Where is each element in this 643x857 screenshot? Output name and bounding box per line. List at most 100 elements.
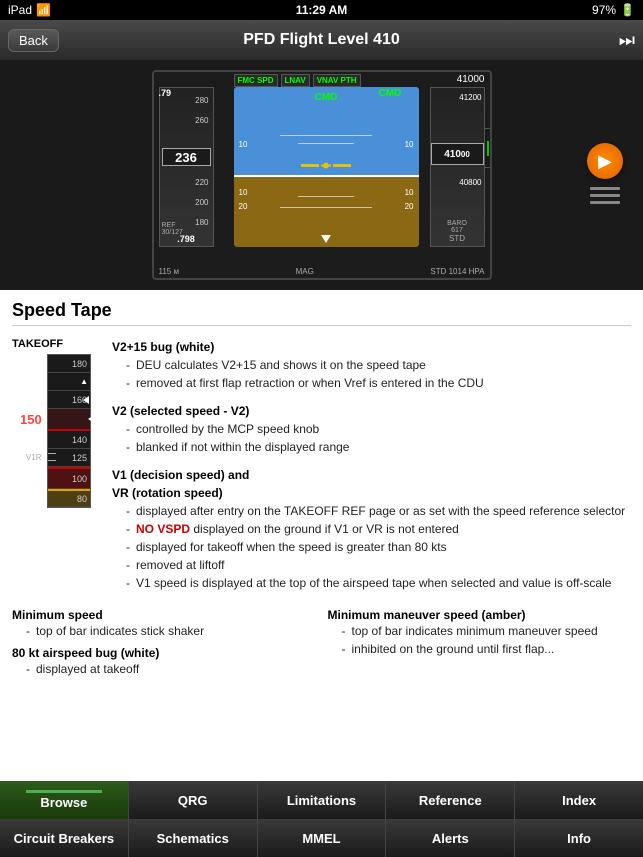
status-time: 11:29 AM bbox=[296, 3, 348, 17]
min-speed-bullet-1: top of bar indicates stick shaker bbox=[26, 622, 316, 640]
tab-reference-label: Reference bbox=[419, 793, 482, 808]
min-speed-bullets: top of bar indicates stick shaker bbox=[12, 622, 316, 640]
tape-row-v2-15: ▲ bbox=[48, 373, 90, 391]
tape-row-v1r: V1R 125 bbox=[48, 449, 90, 467]
desc-v1-bullet-4: removed at liftoff bbox=[126, 556, 631, 574]
speed-tick-220: 220 bbox=[195, 178, 208, 187]
speed-tick-260: 260 bbox=[195, 116, 208, 125]
vr-tick bbox=[48, 460, 56, 461]
tab-bar-2: Circuit Breakers Schematics MMEL Alerts … bbox=[0, 819, 643, 857]
cmd-mode: CMD bbox=[315, 92, 338, 103]
mode-fmc-spd: FMC SPD bbox=[234, 74, 278, 87]
desc-v2-15-bullets: DEU calculates V2+15 and shows it on the… bbox=[112, 356, 631, 392]
min-maneuver-bullet-1: top of bar indicates minimum maneuver sp… bbox=[342, 622, 632, 640]
speed-tick-280: 280 bbox=[195, 96, 208, 105]
hdg-ref: MAG bbox=[296, 267, 314, 276]
mode-vnav-pth: VNAV PTH bbox=[313, 74, 361, 87]
desc-v2-15-title: V2+15 bug (white) bbox=[112, 338, 631, 356]
hdg-value: 115 м bbox=[159, 267, 179, 276]
tab-alerts-label: Alerts bbox=[432, 831, 469, 846]
min-maneuver-bullets: top of bar indicates minimum maneuver sp… bbox=[328, 622, 632, 658]
desc-v1-vr: V1 (decision speed) and VR (rotation spe… bbox=[112, 466, 631, 592]
menu-line-3 bbox=[590, 201, 620, 204]
pitch-label-20-left: 20 bbox=[239, 202, 248, 211]
mach-bottom: .798 bbox=[160, 234, 213, 244]
min-maneuver-title: Minimum maneuver speed (amber) bbox=[328, 608, 632, 622]
tab-limitations[interactable]: Limitations bbox=[258, 781, 387, 819]
kt80-bullets: displayed at takeoff bbox=[12, 660, 316, 678]
pitch-line-15-down bbox=[280, 207, 373, 208]
tab-alerts[interactable]: Alerts bbox=[386, 819, 515, 857]
tab-info[interactable]: Info bbox=[515, 819, 643, 857]
desc-v1-bullet-1: displayed after entry on the TAKEOFF REF… bbox=[126, 502, 631, 520]
tab-qrg[interactable]: QRG bbox=[129, 781, 258, 819]
std-display: STD bbox=[433, 229, 482, 244]
tab-cb-label: Circuit Breakers bbox=[14, 831, 114, 846]
desc-v2-15-bullet-1: DEU calculates V2+15 and shows it on the… bbox=[126, 356, 631, 374]
menu-line-2 bbox=[590, 194, 620, 197]
tape-row-140: 140 bbox=[48, 431, 90, 449]
status-right: 97% 🔋 bbox=[592, 3, 635, 17]
tab-limitations-label: Limitations bbox=[287, 793, 356, 808]
no-vspd-text: NO VSPD bbox=[136, 522, 190, 536]
tape-row-150: 150 bbox=[48, 409, 90, 431]
pitch-line-10-up bbox=[298, 143, 354, 144]
desc-v2-15-bug: V2+15 bug (white) DEU calculates V2+15 a… bbox=[112, 338, 631, 392]
back-button[interactable]: Back bbox=[8, 29, 59, 52]
speed-100: 100 bbox=[72, 474, 87, 484]
diagram-labels-left bbox=[12, 354, 47, 508]
desc-v2-15-bullet-2: removed at first flap retraction or when… bbox=[126, 374, 631, 392]
battery-icon: 🔋 bbox=[620, 3, 635, 17]
battery-label: 97% bbox=[592, 3, 616, 17]
pitch-label-20-right: 20 bbox=[405, 202, 414, 211]
desc-v2: V2 (selected speed - V2) controlled by t… bbox=[112, 402, 631, 456]
speed-tape-diagram: 180 ▲ 160 150 bbox=[47, 354, 91, 508]
tab-browse-indicator bbox=[26, 790, 103, 793]
menu-line-1 bbox=[590, 187, 620, 190]
alt-tape-bg: 41200 41000 40800 BARO617 STD bbox=[431, 88, 484, 246]
tab-index[interactable]: Index bbox=[515, 781, 643, 819]
altitude-top: 41000 bbox=[457, 74, 485, 85]
tab-browse[interactable]: Browse bbox=[0, 781, 129, 819]
menu-icon[interactable] bbox=[590, 187, 620, 207]
kt80-bullet-1: displayed at takeoff bbox=[26, 660, 316, 678]
std-label: STD bbox=[449, 234, 465, 243]
desc-v1-bullet-2: NO VSPD displayed on the ground if V1 or… bbox=[126, 520, 631, 538]
tab-circuit-breakers[interactable]: Circuit Breakers bbox=[0, 819, 129, 857]
speed-diagram: TAKEOFF 180 ▲ 160 bbox=[12, 338, 102, 602]
nav-title: PFD Flight Level 410 bbox=[243, 31, 399, 49]
tab-browse-inner: Browse bbox=[0, 790, 128, 810]
nav-right-icon[interactable]: ⏭ bbox=[619, 30, 635, 51]
bottom-section: Minimum speed top of bar indicates stick… bbox=[12, 608, 631, 678]
v2-15-marker: ▲ bbox=[80, 377, 88, 386]
v2-marker bbox=[83, 396, 89, 404]
speed-180: 180 bbox=[72, 359, 87, 369]
content-body: TAKEOFF 180 ▲ 160 bbox=[12, 338, 631, 602]
next-arrow[interactable]: ▶ bbox=[587, 143, 623, 179]
vs-indicator bbox=[484, 128, 492, 168]
speed-current-display: 236 bbox=[162, 148, 211, 166]
tab-mmel[interactable]: MMEL bbox=[258, 819, 387, 857]
speed-current-value: 236 bbox=[175, 150, 197, 165]
tab-schematics[interactable]: Schematics bbox=[129, 819, 258, 857]
tab-index-label: Index bbox=[562, 793, 596, 808]
alt-current-value: 41000 bbox=[444, 149, 470, 160]
speed-150-red: 150 bbox=[20, 412, 42, 427]
desc-v2-bullet-2: blanked if not within the displayed rang… bbox=[126, 438, 631, 456]
kt80-title: 80 kt airspeed bug (white) bbox=[12, 646, 316, 660]
tab-browse-label: Browse bbox=[40, 795, 87, 810]
desc-v2-title: V2 (selected speed - V2) bbox=[112, 402, 631, 420]
speed-tick-180: 180 bbox=[195, 218, 208, 227]
speed-pointer bbox=[88, 414, 96, 424]
pitch-line-15-up bbox=[280, 135, 373, 136]
cmd-annunciator: CMD bbox=[379, 88, 402, 99]
mode-lnav: LNAV bbox=[281, 74, 310, 87]
speed-tick-200: 200 bbox=[195, 198, 208, 207]
tape-row-180: 180 bbox=[48, 355, 90, 373]
alt-current-display: 41000 bbox=[431, 143, 484, 165]
baro-bottom: STD 1014 HPA bbox=[430, 267, 484, 276]
tab-schematics-label: Schematics bbox=[157, 831, 229, 846]
tab-reference[interactable]: Reference bbox=[386, 781, 515, 819]
min-speed-title: Minimum speed bbox=[12, 608, 316, 622]
status-bar: iPad 📶 11:29 AM 97% 🔋 bbox=[0, 0, 643, 20]
